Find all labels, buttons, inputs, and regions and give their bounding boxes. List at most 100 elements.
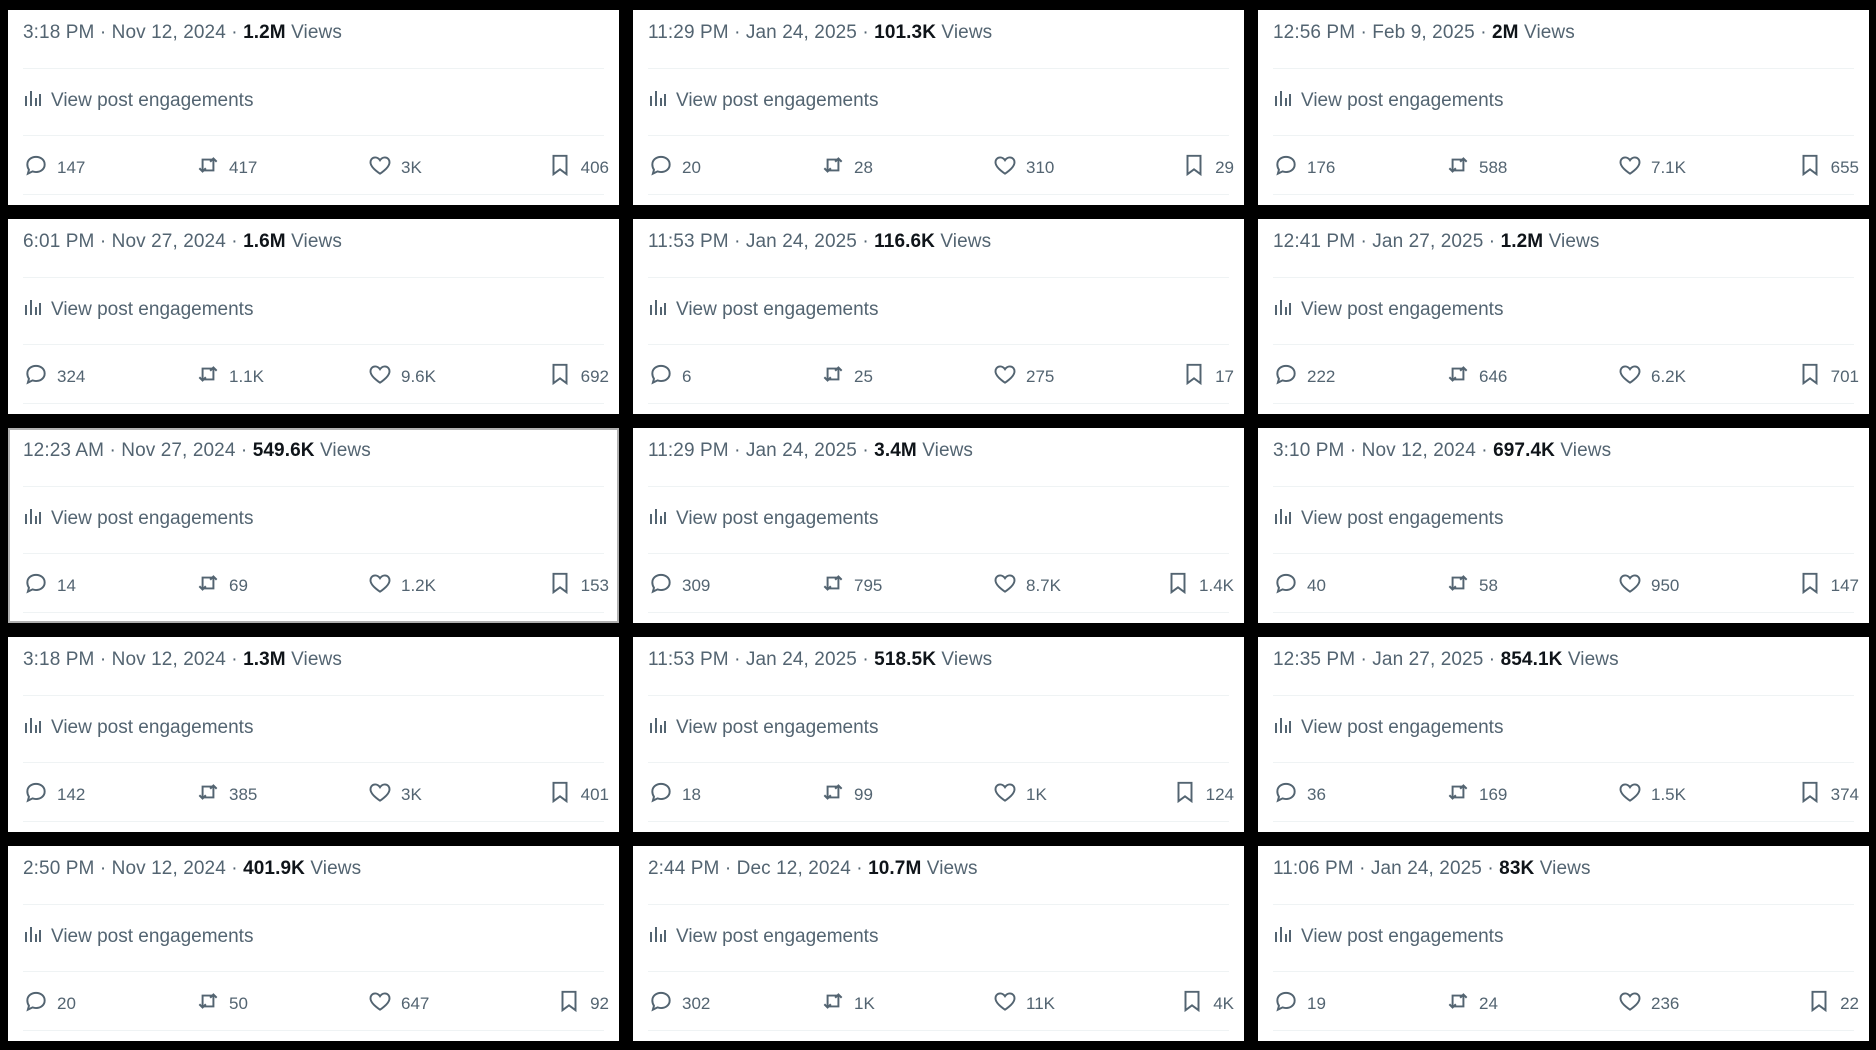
- repost-button[interactable]: 69: [195, 570, 275, 601]
- post-timestamp[interactable]: 11:06 PM · Jan 24, 2025 ·: [1273, 858, 1499, 879]
- views-count: 1.3M: [243, 649, 286, 670]
- reply-button[interactable]: 142: [23, 779, 103, 810]
- repost-button[interactable]: 385: [195, 779, 275, 810]
- repost-button[interactable]: 588: [1445, 152, 1525, 183]
- bookmark-button[interactable]: 147: [1789, 570, 1859, 601]
- repost-button[interactable]: 58: [1445, 570, 1525, 601]
- reply-button[interactable]: 20: [648, 152, 728, 183]
- view-engagements-link[interactable]: View post engagements: [1273, 88, 1503, 114]
- repost-button[interactable]: 50: [195, 988, 275, 1019]
- post-timestamp[interactable]: 2:50 PM · Nov 12, 2024 ·: [23, 858, 243, 879]
- reply-button[interactable]: 18: [648, 779, 728, 810]
- like-button[interactable]: 3K: [367, 779, 447, 810]
- post-timestamp[interactable]: 2:44 PM · Dec 12, 2024 ·: [648, 858, 868, 879]
- bookmark-button[interactable]: 29: [1164, 152, 1234, 183]
- repost-button[interactable]: 1.1K: [195, 361, 275, 392]
- like-button[interactable]: 1.5K: [1617, 779, 1697, 810]
- post-timestamp[interactable]: 11:29 PM · Jan 24, 2025 ·: [648, 22, 874, 43]
- post-timestamp[interactable]: 11:29 PM · Jan 24, 2025 ·: [648, 440, 874, 461]
- repost-button[interactable]: 646: [1445, 361, 1525, 392]
- reply-button[interactable]: 20: [23, 988, 103, 1019]
- like-button[interactable]: 1K: [992, 779, 1072, 810]
- view-engagements-link[interactable]: View post engagements: [1273, 715, 1503, 741]
- bookmark-button[interactable]: 655: [1789, 152, 1859, 183]
- view-engagements-link[interactable]: View post engagements: [23, 297, 253, 323]
- view-engagements-label: View post engagements: [51, 508, 254, 529]
- views-count: 101.3K: [874, 22, 937, 43]
- post-timestamp[interactable]: 12:56 PM · Feb 9, 2025 ·: [1273, 22, 1492, 43]
- view-engagements-link[interactable]: View post engagements: [648, 506, 878, 532]
- reply-button[interactable]: 147: [23, 152, 103, 183]
- repost-button[interactable]: 28: [820, 152, 900, 183]
- bookmark-button[interactable]: 153: [539, 570, 609, 601]
- like-button[interactable]: 236: [1617, 988, 1697, 1019]
- bookmark-button[interactable]: 406: [539, 152, 609, 183]
- like-button[interactable]: 1.2K: [367, 570, 447, 601]
- bookmark-button[interactable]: 401: [539, 779, 609, 810]
- view-engagements-link[interactable]: View post engagements: [1273, 924, 1503, 950]
- view-engagements-link[interactable]: View post engagements: [648, 88, 878, 114]
- view-engagements-link[interactable]: View post engagements: [23, 924, 253, 950]
- post-timestamp[interactable]: 3:18 PM · Nov 12, 2024 ·: [23, 649, 243, 670]
- post-timestamp[interactable]: 12:35 PM · Jan 27, 2025 ·: [1273, 649, 1501, 670]
- like-button[interactable]: 9.6K: [367, 361, 447, 392]
- repost-button[interactable]: 99: [820, 779, 900, 810]
- view-engagements-link[interactable]: View post engagements: [23, 715, 253, 741]
- post-timestamp[interactable]: 6:01 PM · Nov 27, 2024 ·: [23, 231, 243, 252]
- bookmark-button[interactable]: 124: [1164, 779, 1234, 810]
- like-button[interactable]: 6.2K: [1617, 361, 1697, 392]
- repost-button[interactable]: 1K: [820, 988, 900, 1019]
- reply-button[interactable]: 36: [1273, 779, 1353, 810]
- bookmark-count: 153: [580, 575, 609, 595]
- like-button[interactable]: 11K: [992, 988, 1072, 1019]
- post-stats-card: 11:53 PM · Jan 24, 2025 · 116.6K Views V…: [633, 219, 1244, 414]
- like-button[interactable]: 950: [1617, 570, 1697, 601]
- like-button[interactable]: 3K: [367, 152, 447, 183]
- view-engagements-link[interactable]: View post engagements: [1273, 506, 1503, 532]
- repost-button[interactable]: 417: [195, 152, 275, 183]
- bookmark-icon: [1806, 988, 1832, 1019]
- bookmark-button[interactable]: 22: [1789, 988, 1859, 1019]
- bookmark-button[interactable]: 17: [1164, 361, 1234, 392]
- bookmark-button[interactable]: 4K: [1164, 988, 1234, 1019]
- bookmark-button[interactable]: 701: [1789, 361, 1859, 392]
- post-timestamp[interactable]: 3:18 PM · Nov 12, 2024 ·: [23, 22, 243, 43]
- post-timestamp[interactable]: 11:53 PM · Jan 24, 2025 ·: [648, 649, 874, 670]
- like-button[interactable]: 647: [367, 988, 447, 1019]
- view-engagements-link[interactable]: View post engagements: [648, 715, 878, 741]
- reply-button[interactable]: 324: [23, 361, 103, 392]
- post-timestamp[interactable]: 11:53 PM · Jan 24, 2025 ·: [648, 231, 874, 252]
- reply-button[interactable]: 6: [648, 361, 728, 392]
- reply-button[interactable]: 40: [1273, 570, 1353, 601]
- post-timestamp[interactable]: 12:41 PM · Jan 27, 2025 ·: [1273, 231, 1501, 252]
- post-timestamp[interactable]: 12:23 AM · Nov 27, 2024 ·: [23, 440, 253, 461]
- bookmark-button[interactable]: 1.4K: [1164, 570, 1234, 601]
- reply-button[interactable]: 19: [1273, 988, 1353, 1019]
- like-button[interactable]: 310: [992, 152, 1072, 183]
- reply-button[interactable]: 176: [1273, 152, 1353, 183]
- view-engagements-link[interactable]: View post engagements: [648, 924, 878, 950]
- repost-button[interactable]: 169: [1445, 779, 1525, 810]
- repost-button[interactable]: 795: [820, 570, 900, 601]
- bookmark-button[interactable]: 692: [539, 361, 609, 392]
- reply-icon: [23, 361, 49, 392]
- like-button[interactable]: 8.7K: [992, 570, 1072, 601]
- reply-button[interactable]: 222: [1273, 361, 1353, 392]
- bookmark-button[interactable]: 92: [539, 988, 609, 1019]
- reply-button[interactable]: 14: [23, 570, 103, 601]
- analytics-icon: [23, 297, 43, 323]
- like-button[interactable]: 275: [992, 361, 1072, 392]
- view-engagements-link[interactable]: View post engagements: [23, 506, 253, 532]
- reply-button[interactable]: 309: [648, 570, 728, 601]
- reply-button[interactable]: 302: [648, 988, 728, 1019]
- post-timestamp[interactable]: 3:10 PM · Nov 12, 2024 ·: [1273, 440, 1493, 461]
- repost-button[interactable]: 25: [820, 361, 900, 392]
- bookmark-button[interactable]: 374: [1789, 779, 1859, 810]
- view-engagements-link[interactable]: View post engagements: [23, 88, 253, 114]
- view-engagements-link[interactable]: View post engagements: [648, 297, 878, 323]
- view-engagements-label: View post engagements: [676, 926, 879, 947]
- view-engagements-link[interactable]: View post engagements: [1273, 297, 1503, 323]
- repost-button[interactable]: 24: [1445, 988, 1525, 1019]
- like-button[interactable]: 7.1K: [1617, 152, 1697, 183]
- post-meta: 11:06 PM · Jan 24, 2025 · 83K Views: [1273, 858, 1591, 880]
